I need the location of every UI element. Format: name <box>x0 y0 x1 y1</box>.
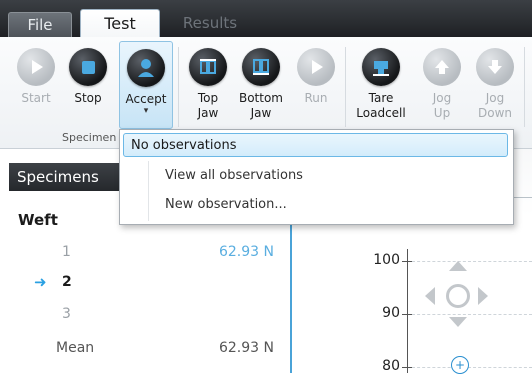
pan-up-icon[interactable] <box>449 261 467 271</box>
ribbon-separator <box>524 47 525 127</box>
specimen-value: 62.93 N <box>218 244 274 260</box>
specimen-number: 2 <box>62 274 72 290</box>
specimen-mean-row: Mean 62.93 N <box>0 340 290 366</box>
y-tick <box>402 314 412 315</box>
y-tick-label: 90 <box>382 305 400 321</box>
y-axis <box>407 249 408 373</box>
menu-item-view-all-observations[interactable]: View all observations <box>120 163 513 189</box>
specimen-number: 3 <box>62 306 71 322</box>
menu-item-new-observation[interactable]: New observation... <box>120 192 513 218</box>
specimen-row[interactable]: 1 62.93 N <box>0 244 290 270</box>
y-tick <box>402 261 412 262</box>
accept-dropdown-menu: No observations View all observations Ne… <box>119 129 514 225</box>
accept-button-label: Accept <box>125 92 167 106</box>
stop-button[interactable]: Stop <box>66 41 110 131</box>
pan-center-icon[interactable] <box>446 284 470 308</box>
tare-loadcell-label: Tare Loadcell <box>356 91 406 120</box>
tab-file[interactable]: File <box>8 12 72 38</box>
mean-value: 62.93 N <box>218 340 274 356</box>
run-button[interactable]: Run <box>294 41 338 131</box>
pan-right-icon[interactable] <box>478 287 488 305</box>
tare-loadcell-icon <box>362 48 400 86</box>
specimen-group-weft: Weft <box>18 211 58 229</box>
stop-button-label: Stop <box>74 91 102 105</box>
ribbon-group-label: Specimen <box>62 131 117 144</box>
mean-label: Mean <box>56 340 95 356</box>
bottom-jaw-icon <box>242 48 280 86</box>
bottom-jaw-button[interactable]: Bottom Jaw <box>236 41 286 131</box>
tare-loadcell-button[interactable]: Tare Loadcell <box>352 41 410 131</box>
ribbon-separator <box>178 47 179 127</box>
stop-icon <box>69 48 107 86</box>
jog-up-icon <box>423 48 461 86</box>
jog-down-button[interactable]: Jog Down <box>472 41 518 131</box>
bottom-jaw-label: Bottom Jaw <box>238 91 283 120</box>
tab-results[interactable]: Results <box>168 9 252 37</box>
top-jaw-button[interactable]: Top Jaw <box>186 41 230 131</box>
jog-up-label: Jog Up <box>432 91 452 120</box>
menu-item-no-observations[interactable]: No observations <box>123 133 508 157</box>
pan-left-icon[interactable] <box>425 287 435 305</box>
y-tick-label: 100 <box>373 252 400 268</box>
ribbon-tab-bar: File Test Results <box>0 0 532 39</box>
jog-down-label: Jog Down <box>477 91 512 120</box>
top-jaw-icon <box>189 48 227 86</box>
jog-down-icon <box>476 48 514 86</box>
top-jaw-label: Top Jaw <box>197 91 219 120</box>
y-tick-label: 80 <box>382 358 400 374</box>
pan-navigation-pad[interactable] <box>425 261 488 331</box>
grid-line <box>412 367 532 368</box>
y-tick <box>402 367 412 368</box>
tab-test[interactable]: Test <box>80 9 160 39</box>
play-icon <box>17 48 55 86</box>
specimen-row-current[interactable]: ➜ 2 <box>0 273 290 300</box>
zoom-in-icon[interactable]: + <box>451 356 469 374</box>
ribbon-separator <box>345 47 346 127</box>
pan-down-icon[interactable] <box>449 317 467 327</box>
dropdown-arrow-icon: ▾ <box>143 106 149 116</box>
start-button-label: Start <box>21 91 51 105</box>
specimen-number: 1 <box>62 244 71 260</box>
jog-up-button[interactable]: Jog Up <box>420 41 464 131</box>
run-icon <box>297 48 335 86</box>
specimen-row[interactable]: 3 <box>0 306 290 332</box>
run-button-label: Run <box>304 91 328 105</box>
accept-button[interactable]: Accept ▾ <box>119 41 173 129</box>
current-specimen-arrow-icon: ➜ <box>34 273 47 291</box>
accept-person-icon <box>127 49 165 87</box>
start-button[interactable]: Start <box>14 41 58 131</box>
